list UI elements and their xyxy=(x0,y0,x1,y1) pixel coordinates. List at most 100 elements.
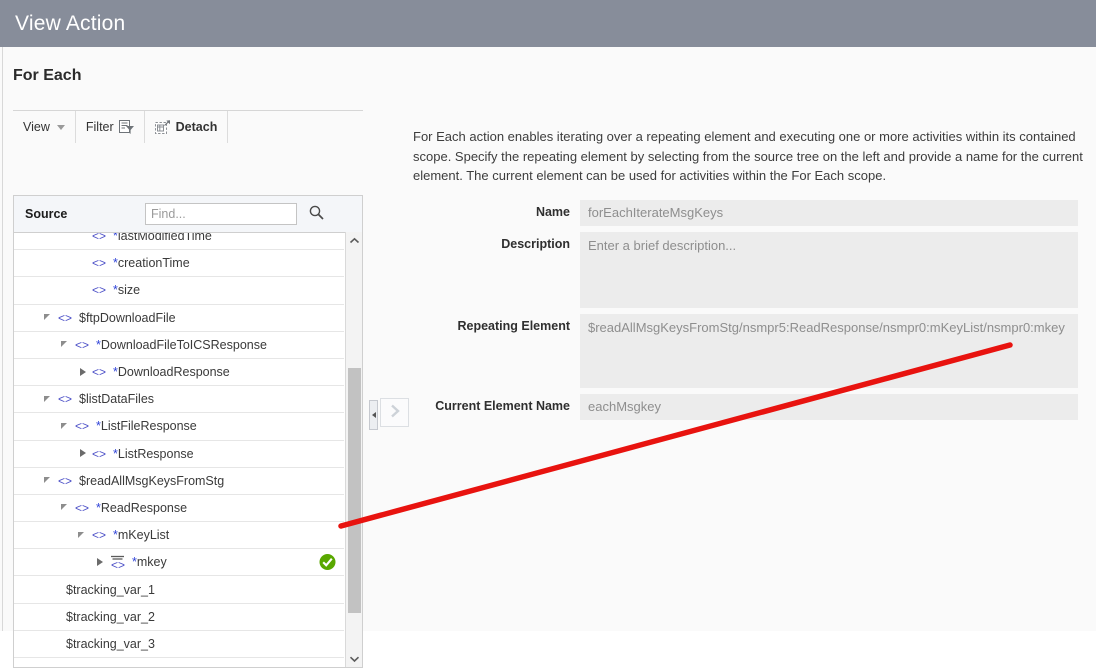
tree-row[interactable]: <> *ListFileResponse xyxy=(14,413,344,441)
tree-expand-triangle-icon[interactable] xyxy=(77,529,90,542)
source-tree-header: Source xyxy=(14,196,362,233)
transfer-right-button[interactable] xyxy=(380,398,409,427)
svg-text:<>: <> xyxy=(58,475,72,487)
code-brackets-icon: <> xyxy=(75,419,91,433)
repeating-element-textarea[interactable] xyxy=(580,313,1078,388)
tree-expand-triangle-icon[interactable] xyxy=(60,420,73,433)
svg-text:<>: <> xyxy=(75,420,89,432)
tree-node-label: *lastModifiedTime xyxy=(113,233,212,244)
tree-node-label: *creationTime xyxy=(113,256,190,271)
code-brackets-icon: <> xyxy=(58,392,74,406)
chevron-down-icon xyxy=(56,124,65,130)
scrollbar-thumb[interactable] xyxy=(348,368,361,613)
source-tree-panel: Source <> *lastModifiedTime <> *creationTim… xyxy=(13,195,363,668)
tree-collapse-triangle-icon[interactable] xyxy=(94,556,107,569)
svg-text:<>: <> xyxy=(111,558,125,570)
view-menu-label: View xyxy=(23,120,50,134)
description-textarea[interactable] xyxy=(580,231,1078,308)
name-input[interactable] xyxy=(580,199,1078,226)
tree-row[interactable]: $tracking_var_3 xyxy=(14,630,344,658)
tree-node-label: *mkey xyxy=(132,555,167,570)
tree-node-label: *DownloadFileToICSResponse xyxy=(96,337,267,352)
search-button[interactable] xyxy=(306,204,326,224)
page-title: For Each xyxy=(13,67,82,84)
repeating-element-icon: <> xyxy=(109,554,127,572)
svg-text:<>: <> xyxy=(75,502,89,514)
name-field-label: Name xyxy=(535,204,570,219)
tree-expand-triangle-icon[interactable] xyxy=(43,393,56,406)
window-title-bar: View Action xyxy=(0,0,1096,47)
tree-row[interactable]: <> *DownloadFileToICSResponse xyxy=(14,331,344,359)
current-element-input[interactable] xyxy=(580,393,1078,420)
svg-text:<>: <> xyxy=(58,393,72,405)
code-brackets-icon: <> xyxy=(92,283,108,297)
tree-node-label: *ListFileResponse xyxy=(96,419,197,434)
current-element-label: Current Element Name xyxy=(435,398,570,413)
code-brackets-icon: <> xyxy=(75,501,91,515)
code-brackets-icon: <> xyxy=(92,365,108,379)
svg-text:<>: <> xyxy=(92,529,106,541)
tree-row[interactable]: <> $listDataFiles xyxy=(14,386,344,414)
code-brackets-icon: <> xyxy=(92,256,108,270)
filter-button[interactable]: Filter xyxy=(76,111,145,143)
tree-row[interactable]: <> $ftpDownloadFile xyxy=(14,304,344,332)
filter-label: Filter xyxy=(85,120,114,134)
tree-row[interactable]: <> *ListResponse xyxy=(14,440,344,468)
tree-expand-triangle-icon[interactable] xyxy=(43,311,56,324)
tree-twisty-placeholder xyxy=(77,233,90,243)
code-brackets-icon: <> xyxy=(58,311,74,325)
view-menu-button[interactable]: View xyxy=(13,111,76,143)
svg-text:<>: <> xyxy=(58,312,72,324)
code-brackets-icon: <> xyxy=(58,474,74,488)
tree-node-label: $tracking_var_1 xyxy=(66,582,155,597)
tree-collapse-triangle-icon[interactable] xyxy=(77,366,90,379)
filter-icon xyxy=(118,120,134,134)
tree-vertical-scrollbar[interactable] xyxy=(345,232,362,667)
source-tree-viewport: <> *lastModifiedTime <> *creationTime <> *siz… xyxy=(14,233,362,668)
svg-text:<>: <> xyxy=(92,284,106,296)
find-input[interactable] xyxy=(145,203,297,225)
chevron-down-icon xyxy=(349,652,360,666)
splitter-collapse-handle[interactable] xyxy=(369,400,378,430)
window-title: View Action xyxy=(15,11,126,35)
tree-twisty-placeholder xyxy=(77,257,90,270)
code-brackets-icon: <> xyxy=(92,447,108,461)
svg-text:<>: <> xyxy=(92,448,106,460)
tree-row[interactable]: <> *mkey xyxy=(14,549,344,577)
tree-node-label: *ListResponse xyxy=(113,446,194,461)
tree-row[interactable]: <> *DownloadResponse xyxy=(14,358,344,387)
chevron-right-icon xyxy=(387,403,403,422)
detach-icon xyxy=(154,119,171,135)
tree-node-label: $readAllMsgKeysFromStg xyxy=(79,473,225,488)
action-description-text: For Each action enables iterating over a… xyxy=(413,129,1083,183)
tree-expand-triangle-icon[interactable] xyxy=(60,338,73,351)
scroll-up-button[interactable] xyxy=(346,232,362,249)
repeating-element-label: Repeating Element xyxy=(457,318,570,333)
repeating-element-field-row: Repeating Element xyxy=(413,313,1086,388)
left-edge-divider xyxy=(2,47,3,631)
page-body: For Each View Filter Detach Source Find.… xyxy=(0,47,1096,668)
current-element-field-row: Current Element Name xyxy=(413,393,1086,420)
tree-row[interactable]: <> $readAllMsgKeysFromStg xyxy=(14,467,344,495)
tree-row[interactable]: <> *creationTime xyxy=(14,250,344,278)
tree-node-label: $ftpDownloadFile xyxy=(79,310,176,325)
description-field-label: Description xyxy=(501,236,570,251)
svg-text:<>: <> xyxy=(75,339,89,351)
tree-expand-triangle-icon[interactable] xyxy=(43,474,56,487)
tree-row[interactable]: $tracking_var_1 xyxy=(14,576,344,604)
tree-row[interactable]: <> *mKeyList xyxy=(14,522,344,550)
scroll-down-button[interactable] xyxy=(346,650,362,667)
tree-twisty-placeholder xyxy=(43,637,56,650)
tree-node-label: *ReadResponse xyxy=(96,500,188,515)
detach-label: Detach xyxy=(175,120,218,134)
tree-node-label: $tracking_var_3 xyxy=(66,636,155,651)
tree-row[interactable]: <> *size xyxy=(14,277,344,305)
detach-button[interactable]: Detach xyxy=(145,111,229,143)
svg-text:<>: <> xyxy=(92,257,106,269)
code-brackets-icon: <> xyxy=(92,233,108,243)
tree-row[interactable]: <> *ReadResponse xyxy=(14,494,344,523)
tree-collapse-triangle-icon[interactable] xyxy=(77,447,90,460)
tree-row[interactable]: $tracking_var_2 xyxy=(14,603,344,631)
tree-expand-triangle-icon[interactable] xyxy=(60,501,73,514)
tree-row[interactable]: <> *lastModifiedTime xyxy=(14,233,344,251)
